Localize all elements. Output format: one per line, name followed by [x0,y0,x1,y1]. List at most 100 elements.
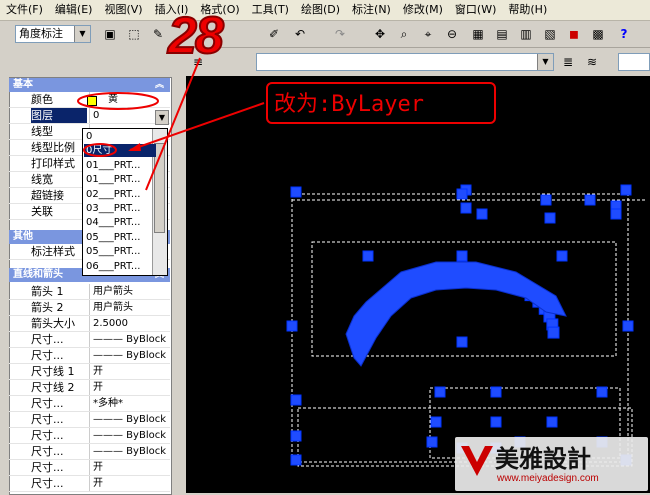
grip-handle[interactable] [620,184,632,196]
grip-handle[interactable] [490,416,502,428]
grip-handle[interactable] [540,194,552,206]
section-header-basic[interactable]: 基本 ︽ [9,78,170,92]
zoom-window-icon[interactable]: ⌖ [418,24,438,44]
design-center-icon[interactable]: ▤ [492,24,512,44]
dim-update-icon[interactable]: ▣ [100,24,120,44]
grip-handle[interactable] [430,416,442,428]
layer-icon[interactable]: ≋ [582,52,602,72]
layer-option[interactable]: 01___PRT... [84,159,156,172]
property-value[interactable]: ——— ByBlock [89,332,170,347]
property-value[interactable]: ——— ByBlock [89,412,170,427]
property-value[interactable]: 开 [89,380,170,395]
property-row[interactable]: 箭头 1 用户箭头 [9,284,170,300]
property-value[interactable]: 黄 [89,92,170,107]
redo-icon[interactable]: ↷ [330,24,350,44]
grip-handle[interactable] [547,326,560,339]
chevron-down-icon[interactable]: ▼ [155,110,169,125]
grip-handle[interactable] [622,320,634,332]
property-value[interactable]: 开 [89,460,170,475]
property-row[interactable]: 尺寸... ——— ByBlock [9,428,170,444]
property-row[interactable]: 尺寸... ——— ByBlock [9,444,170,460]
property-value[interactable]: ——— ByBlock [89,444,170,459]
grip-handle[interactable] [456,336,468,348]
grip-handle[interactable] [476,208,488,220]
grip-handle[interactable] [456,188,468,200]
layer-option[interactable]: 0 [84,130,156,143]
grip-handle[interactable] [456,250,468,262]
layer-option[interactable]: 04___PRT... [84,216,156,229]
property-row[interactable]: 尺寸... ——— ByBlock [9,412,170,428]
grip-handle[interactable] [434,386,446,398]
property-value[interactable]: *多种* [89,396,170,411]
grip-handle[interactable] [426,436,438,448]
tool-palette-icon[interactable]: ▥ [516,24,536,44]
calculator-icon[interactable]: ▩ [588,24,608,44]
paint-icon[interactable]: ✎ [148,24,168,44]
grip-handle[interactable] [460,202,472,214]
grip-handle[interactable] [544,212,556,224]
property-row[interactable]: 图层 0 [9,108,170,124]
color-combo[interactable] [618,53,650,71]
grip-handle[interactable] [362,250,374,262]
layer-option[interactable]: 03___PRT... [84,202,156,215]
property-row[interactable]: 尺寸... ——— ByBlock [9,348,170,364]
property-row[interactable]: 尺寸线 2 开 [9,380,170,396]
grip-handle[interactable] [290,454,302,466]
grip-handle[interactable] [610,208,622,220]
layer-dropdown-list[interactable]: 0 0尺寸 01___PRT... 01___PRT... 02___PRT... 03_… [82,128,168,276]
properties-icon[interactable]: ▦ [468,24,488,44]
menu-item[interactable]: 帮助(H) [502,0,553,20]
brush-icon[interactable]: ✐ [264,24,284,44]
layer-option[interactable]: 05___PRT... [84,231,156,244]
grip-handle[interactable] [546,416,558,428]
help-icon[interactable]: ? [614,24,634,44]
property-row[interactable]: 尺寸... 开 [9,476,170,492]
zoom-realtime-icon[interactable]: ⌕ [394,24,414,44]
sheet-set-icon[interactable]: ▧ [540,24,560,44]
chevron-down-icon[interactable]: ▼ [74,26,90,42]
markup-icon[interactable]: ◼ [564,24,584,44]
layer-option[interactable]: 05___PRT... [84,245,156,258]
property-value[interactable]: 开 [89,364,170,379]
layer-previous-icon[interactable]: ≣ [558,52,578,72]
grip-handle[interactable] [596,386,608,398]
chevron-down-icon[interactable]: ▼ [537,54,553,70]
property-value[interactable]: 用户箭头 [89,300,170,315]
property-value[interactable]: ——— ByBlock [89,428,170,443]
property-value[interactable]: ——— ByBlock [89,348,170,363]
zoom-previous-icon[interactable]: ⊖ [442,24,462,44]
dim-override-icon[interactable]: ⬚ [124,24,144,44]
property-row[interactable]: 尺寸... *多种* [9,396,170,412]
menu-item[interactable]: 修改(M) [397,0,449,20]
property-row[interactable]: 箭头大小 2.5000 [9,316,170,332]
menu-item[interactable]: 窗口(W) [449,0,502,20]
grip-handle[interactable] [490,386,502,398]
undo-icon[interactable]: ↶ [290,24,310,44]
property-row[interactable]: 箭头 2 用户箭头 [9,300,170,316]
collapse-icon[interactable]: ︽ [155,78,164,92]
layer-combo[interactable]: ▼ [256,53,554,71]
layer-option[interactable]: 02___PRT... [84,188,156,201]
menu-item[interactable]: 文件(F) [0,0,49,20]
property-value[interactable]: 2.5000 [89,316,170,331]
grip-handle[interactable] [286,320,298,332]
grip-handle[interactable] [290,186,302,198]
grip-handle[interactable] [290,430,302,442]
property-row[interactable]: 尺寸... ——— ByBlock [9,332,170,348]
property-row[interactable]: 尺寸线 1 开 [9,364,170,380]
drawing-canvas[interactable] [186,76,650,493]
layer-option[interactable]: 01___PRT... [84,173,156,186]
layer-option[interactable]: 06___PRT... [84,260,156,273]
menu-item[interactable]: 视图(V) [98,0,148,20]
property-value[interactable]: 开 [89,476,170,491]
layer-option[interactable]: 0尺寸 [84,144,156,158]
dim-style-combo[interactable]: 角度标注 ▼ [15,25,91,43]
grip-handle[interactable] [584,194,596,206]
menu-item[interactable]: 绘图(D) [295,0,346,20]
grip-handles[interactable] [286,184,634,466]
pan-icon[interactable]: ✥ [370,24,390,44]
grip-handle[interactable] [556,250,568,262]
property-row[interactable]: 尺寸... 开 [9,460,170,476]
grip-handle[interactable] [290,394,302,406]
menu-item[interactable]: 编辑(E) [49,0,99,20]
